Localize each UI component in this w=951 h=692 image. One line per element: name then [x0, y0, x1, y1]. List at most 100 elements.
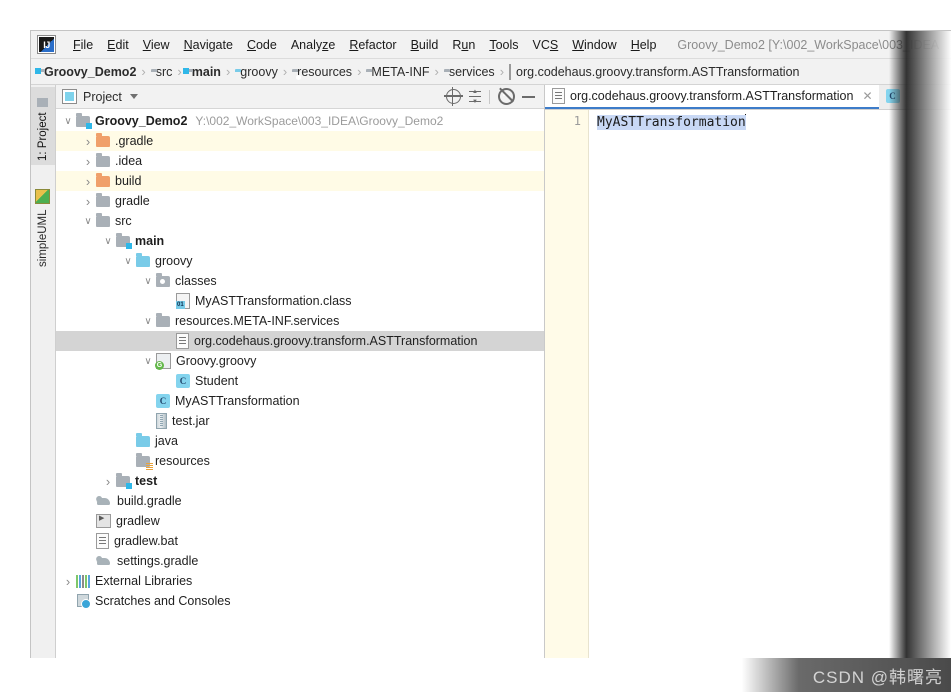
tree-row[interactable]: › .idea [56, 151, 544, 171]
breadcrumb-separator: › [177, 64, 182, 79]
breadcrumb-separator: › [141, 64, 146, 79]
chevron-down-icon[interactable]: ∨ [100, 233, 116, 249]
menu-item-view[interactable]: View [136, 36, 177, 54]
breadcrumb-item-resources[interactable]: resources [292, 64, 353, 80]
tree-row[interactable]: ∨ G Groovy.groovy [56, 351, 544, 371]
intellij-logo-icon [37, 35, 56, 54]
editor-tab-label: org.codehaus.groovy.transform.ASTTransfo… [570, 89, 854, 103]
chevron-right-icon[interactable]: › [100, 473, 116, 489]
tree-row-label: Groovy_Demo2 [95, 114, 188, 128]
editor-tab-active[interactable]: org.codehaus.groovy.transform.ASTTransfo… [545, 85, 879, 109]
menu-bar: FileEditViewNavigateCodeAnalyzeRefactorB… [31, 31, 951, 59]
selected-text: MyASTTransformation [597, 115, 746, 130]
project-tree[interactable]: ∨ Groovy_Demo2 Y:\002_WorkSpace\003_IDEA\G… [56, 109, 544, 692]
file-icon [96, 533, 109, 549]
tree-row[interactable]: › gradle [56, 191, 544, 211]
chevron-right-icon[interactable]: › [80, 153, 96, 169]
chevron-down-icon[interactable]: ∨ [120, 253, 136, 269]
chevron-right-icon[interactable]: › [80, 173, 96, 189]
hide-panel-button[interactable] [518, 87, 538, 107]
tree-row[interactable]: Scratches and Consoles [56, 591, 544, 611]
chevron-right-icon[interactable]: › [60, 573, 76, 589]
tree-row[interactable]: resources [56, 451, 544, 471]
menu-item-analyze[interactable]: Analyze [284, 36, 342, 54]
source-folder-icon [136, 433, 150, 447]
tree-row[interactable]: ∨ main [56, 231, 544, 251]
project-panel-header: Project [56, 85, 544, 109]
breadcrumb-item-label: src [155, 64, 173, 79]
chevron-down-icon[interactable] [129, 94, 138, 99]
breadcrumb-item-groovy[interactable]: groovy [235, 65, 278, 79]
folder-icon [96, 193, 110, 207]
chevron-down-icon[interactable]: ∨ [80, 213, 96, 229]
tool-tab-label: simpleUML [37, 209, 49, 267]
tree-row[interactable]: java [56, 431, 544, 451]
close-icon[interactable]: ✕ [862, 89, 872, 103]
tree-row[interactable]: 01 MyASTTransformation.class [56, 291, 544, 311]
line-number: 1 [573, 114, 581, 128]
class-icon: C [176, 374, 190, 388]
menu-item-tools[interactable]: Tools [482, 36, 525, 54]
tree-row[interactable]: ∨ src [56, 211, 544, 231]
editor-content[interactable]: MyASTTransformation [589, 110, 951, 692]
menu-item-run[interactable]: Run [445, 36, 482, 54]
tree-row[interactable]: C MyASTTransformation [56, 391, 544, 411]
locate-file-button[interactable] [443, 87, 463, 107]
tree-row[interactable]: C Student [56, 371, 544, 391]
chevron-right-icon[interactable]: › [80, 193, 96, 209]
external-libraries-icon [76, 574, 90, 588]
tree-row[interactable]: org.codehaus.groovy.transform.ASTTransfo… [56, 331, 544, 351]
breadcrumb-item-src[interactable]: src [151, 65, 173, 79]
tree-row[interactable]: gradlew [56, 511, 544, 531]
tree-row[interactable]: ∨ groovy [56, 251, 544, 271]
breadcrumb-item-label: services [448, 64, 495, 79]
sidebar-item-simpleuml[interactable]: simpleUML [31, 183, 55, 271]
tree-row[interactable]: › test [56, 471, 544, 491]
tree-row[interactable]: ∨ resources.META-INF.services [56, 311, 544, 331]
breadcrumb-item-org-codehaus-groovy-transform-asttransformation[interactable]: org.codehaus.groovy.transform.ASTTransfo… [509, 63, 800, 80]
sidebar-item-project[interactable]: 1: Project [31, 87, 55, 165]
chevron-down-icon[interactable]: ∨ [140, 313, 156, 329]
groovy-file-icon: G [155, 353, 171, 370]
tree-row[interactable]: gradlew.bat [56, 531, 544, 551]
breadcrumb-item-main[interactable]: main [182, 65, 221, 79]
tree-row[interactable]: build.gradle [56, 491, 544, 511]
tree-row[interactable]: › External Libraries [56, 571, 544, 591]
breadcrumb-item-services[interactable]: services [444, 65, 495, 79]
tree-row[interactable]: › build [56, 171, 544, 191]
menu-item-edit[interactable]: Edit [100, 36, 136, 54]
editor-tab-inactive[interactable]: C [878, 85, 906, 109]
tree-row[interactable]: ∨ classes [56, 271, 544, 291]
menu-item-window[interactable]: Window [565, 36, 623, 54]
breadcrumb-item-meta-inf[interactable]: META-INF [366, 65, 429, 79]
tree-row-label: resources [155, 454, 210, 468]
menu-item-vcs[interactable]: VCS [526, 36, 566, 54]
collapse-all-button[interactable] [465, 87, 485, 107]
chevron-right-icon[interactable]: › [80, 133, 96, 149]
menu-item-navigate[interactable]: Navigate [177, 36, 240, 54]
editor-area[interactable]: 1 MyASTTransformation [545, 110, 951, 692]
breadcrumb-item-groovy-demo2[interactable]: Groovy_Demo2 [35, 65, 136, 79]
project-view-icon [62, 89, 77, 104]
tree-row-label: classes [175, 274, 217, 288]
tree-row[interactable]: ∨ Groovy_Demo2 Y:\002_WorkSpace\003_IDEA\G… [56, 111, 544, 131]
ide-window: FileEditViewNavigateCodeAnalyzeRefactorB… [30, 30, 951, 692]
chevron-down-icon[interactable]: ∨ [60, 113, 76, 129]
ide-body: 1: Project simpleUML Project ▲ ▼ ∨ Groov… [31, 85, 951, 692]
breadcrumb-item-label: resources [297, 64, 353, 79]
settings-button[interactable] [496, 87, 516, 107]
jar-icon [156, 413, 167, 429]
tree-row[interactable]: › .gradle [56, 131, 544, 151]
menu-item-code[interactable]: Code [240, 36, 284, 54]
chevron-down-icon[interactable]: ∨ [140, 273, 156, 289]
tree-row[interactable]: test.jar [56, 411, 544, 431]
chevron-down-icon[interactable]: ∨ [140, 353, 156, 369]
tree-row-label: .idea [115, 154, 143, 168]
menu-item-refactor[interactable]: Refactor [342, 36, 403, 54]
folder-orange-icon [96, 173, 110, 187]
tree-row-label: build [115, 174, 142, 188]
menu-item-help[interactable]: Help [624, 36, 664, 54]
tree-row[interactable]: settings.gradle [56, 551, 544, 571]
menu-item-build[interactable]: Build [404, 36, 446, 54]
menu-item-file[interactable]: File [66, 36, 100, 54]
